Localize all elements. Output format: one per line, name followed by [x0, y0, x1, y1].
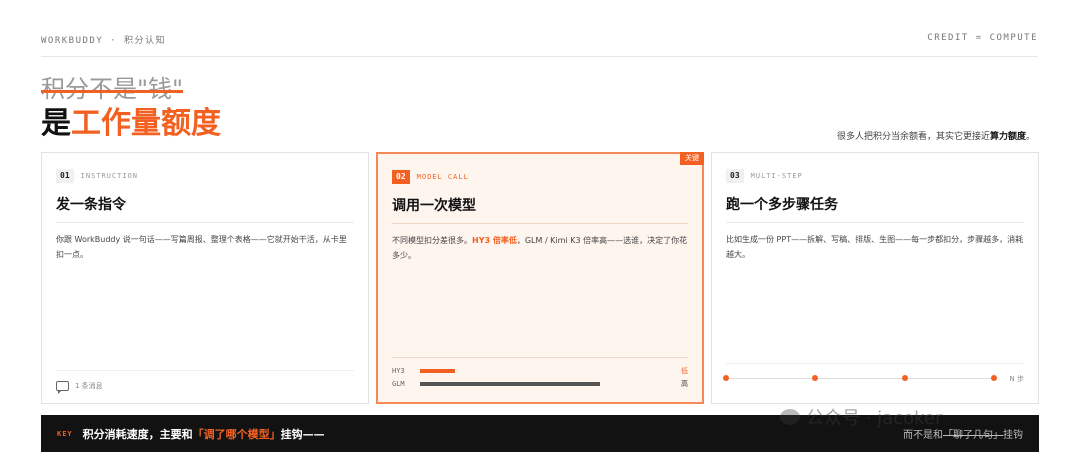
brand-label: WORKBUDDY · 积分认知 — [41, 36, 167, 46]
card-title: 发一条指令 — [56, 194, 354, 223]
msg-part: 挂钩—— — [280, 427, 325, 441]
struck-heading: 积分不是"钱" — [41, 75, 184, 103]
rate-level: 低 — [681, 366, 688, 375]
chat-icon — [56, 381, 69, 394]
rate-bar-glm — [420, 381, 600, 386]
rate-label: HY3 — [392, 366, 405, 375]
cards-row: 01 INSTRUCTION 发一条指令 你跟 WorkBuddy 说一句话——… — [41, 152, 1039, 404]
card-description: 比如生成一份 PPT——拆解、写稿、排版、生图——每一步都扣分，步骤越多，消耗越… — [726, 235, 1024, 259]
top-bar: WORKBUDDY · 积分认知 CREDIT = COMPUTE — [41, 33, 1038, 57]
rate-bar-hy3 — [420, 368, 455, 373]
rate-label: GLM — [392, 379, 405, 388]
contrast-part: 挂钩 — [1003, 430, 1023, 441]
watermark-text: 公众号 · jacoker — [806, 408, 943, 429]
step-dots — [723, 374, 997, 382]
tagline-bold: 算力额度 — [989, 132, 1026, 142]
header-formula: CREDIT = COMPUTE — [927, 33, 1038, 43]
tagline: 很多人把积分当余额看，其实它更接近算力额度。 — [837, 129, 1035, 142]
msg-part: 积分消耗速度，主要和 — [82, 427, 193, 441]
card-kicker: MODEL CALL — [416, 173, 469, 181]
rate-track — [420, 381, 670, 386]
message-count: 1 条消息 — [75, 382, 103, 390]
card-title: 调用一次模型 — [392, 195, 688, 224]
main-heading: 是工作量额度 — [41, 106, 221, 142]
steps-label: N 步 — [1009, 375, 1024, 383]
desc-part: 不同模型扣分差很多。 — [392, 236, 472, 245]
rate-track — [420, 368, 670, 373]
tagline-end: 。 — [1025, 132, 1035, 142]
card-number: 03 — [726, 169, 744, 183]
heading-prefix: 是 — [41, 106, 71, 141]
step-dot — [991, 375, 997, 381]
step-dot — [812, 375, 819, 381]
contrast-struck: 「聊了几句」 — [943, 430, 1003, 441]
rate-row-hy3: HY3 低 — [392, 364, 688, 377]
card-footer: 1 条消息 — [56, 370, 354, 394]
heading-accent: 工作量额度 — [71, 106, 221, 141]
watermark: 公众号 · jacoker — [780, 404, 942, 430]
step-dot — [901, 375, 908, 381]
contrast-part: 而不是和 — [903, 430, 943, 441]
card-description: 不同模型扣分差很多。HY3 倍率低，GLM / Kimi K3 倍率高——选谁，… — [392, 233, 688, 263]
card-instruction: 01 INSTRUCTION 发一条指令 你跟 WorkBuddy 说一句话——… — [41, 152, 369, 404]
card-number: 01 — [56, 169, 74, 183]
rate-comparison: HY3 低 GLM 高 — [392, 357, 688, 390]
card-kicker: MULTI-STEP — [750, 172, 803, 180]
tagline-text: 很多人把积分当余额看，其实它更接近 — [836, 132, 990, 142]
card-number: 02 — [392, 170, 410, 184]
rate-row-glm: GLM 高 — [392, 377, 688, 390]
card-head: 03 MULTI-STEP — [726, 169, 1024, 183]
step-track: N 步 — [723, 363, 1024, 391]
card-model-call: 关键 02 MODEL CALL 调用一次模型 不同模型扣分差很多。HY3 倍率… — [376, 152, 704, 404]
key-badge: 关键 — [680, 152, 704, 165]
wechat-icon — [780, 409, 800, 425]
step-dot — [723, 375, 729, 381]
key-label: KEY — [57, 429, 73, 438]
card-description: 你跟 WorkBuddy 说一句话——写篇周报、整理个表格——它就开始干活，从卡… — [56, 235, 347, 259]
card-kicker: INSTRUCTION — [80, 172, 138, 180]
desc-highlight: HY3 倍率低 — [472, 236, 517, 245]
card-title: 跑一个多步骤任务 — [726, 194, 1024, 223]
card-multi-step: 03 MULTI-STEP 跑一个多步骤任务 比如生成一份 PPT——拆解、写稿… — [711, 152, 1039, 404]
key-message: 积分消耗速度，主要和「调了哪个模型」挂钩—— — [83, 426, 325, 442]
card-head: 02 MODEL CALL — [392, 170, 688, 184]
msg-highlight: 「调了哪个模型」 — [192, 427, 281, 441]
page-heading: 积分不是"钱" 是工作量额度 — [41, 74, 221, 142]
card-head: 01 INSTRUCTION — [56, 169, 354, 183]
step-line — [726, 377, 994, 379]
rate-level: 高 — [681, 379, 688, 388]
